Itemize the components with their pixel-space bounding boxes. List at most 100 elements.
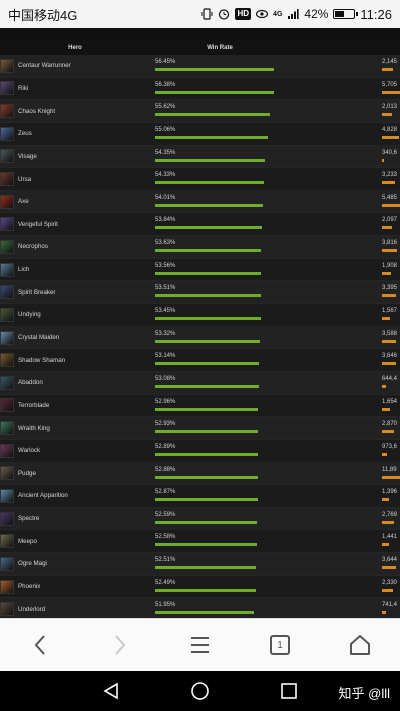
table-row[interactable]: Spectre 52.59% 2,769 <box>0 507 400 531</box>
hero-portrait[interactable] <box>0 330 14 345</box>
hero-portrait[interactable] <box>0 556 14 571</box>
table-row[interactable]: Vengeful Spirit 53.84% 2,097 <box>0 213 400 237</box>
matches-bar <box>382 68 393 71</box>
hero-portrait[interactable] <box>0 443 14 458</box>
matches-value: 4,828 <box>382 126 398 133</box>
hero-portrait[interactable] <box>0 239 14 254</box>
table-row[interactable]: Crystal Maiden 53.32% 3,588 <box>0 326 400 350</box>
hero-name[interactable]: Ancient Apparition <box>18 492 68 499</box>
table-row[interactable]: Wraith King 52.93% 2,870 <box>0 417 400 440</box>
hero-portrait[interactable] <box>0 511 14 526</box>
forward-button[interactable] <box>100 625 140 665</box>
table-row[interactable]: Chaos Knight 55.62% 2,013 <box>0 100 400 123</box>
hero-name[interactable]: Riki <box>18 85 28 92</box>
hero-name[interactable]: Wraith King <box>18 425 50 432</box>
home-button[interactable] <box>340 625 380 665</box>
hero-name[interactable]: Lich <box>18 266 29 273</box>
hero-portrait[interactable] <box>0 104 14 119</box>
matches-cell: 2,330 <box>380 576 400 598</box>
win-rate-bar <box>155 68 275 71</box>
table-row[interactable]: Phoenix 52.49% 2,330 <box>0 575 400 599</box>
table-row[interactable]: Necrophos 53.63% 3,816 <box>0 236 400 259</box>
hero-portrait[interactable] <box>0 285 14 300</box>
table-row[interactable]: Meepo 52.58% 1,441 <box>0 530 400 554</box>
hero-name[interactable]: Underlord <box>18 606 45 613</box>
hero-name[interactable]: Meepo <box>18 538 37 545</box>
tabs-button[interactable]: 1 <box>260 625 300 665</box>
hero-name[interactable]: Abaddon <box>18 379 43 386</box>
matches-cell: 5,485 <box>380 191 400 213</box>
hero-portrait[interactable] <box>0 149 14 164</box>
hero-name[interactable]: Chaos Knight <box>18 108 55 115</box>
header-hero[interactable]: Hero <box>0 45 150 51</box>
table-row[interactable]: Warlock 52.89% 973,6 <box>0 439 400 463</box>
hero-portrait[interactable] <box>0 488 14 503</box>
hero-portrait[interactable] <box>0 262 14 277</box>
hero-name[interactable]: Undying <box>18 311 41 318</box>
hero-portrait[interactable] <box>0 58 14 73</box>
nav-back-button[interactable] <box>99 679 123 703</box>
hero-portrait[interactable] <box>0 398 14 413</box>
hero-name[interactable]: Spectre <box>18 515 39 522</box>
hero-portrait[interactable] <box>0 466 14 481</box>
hero-name[interactable]: Ursa <box>18 176 31 183</box>
menu-button[interactable] <box>180 625 220 665</box>
back-button[interactable] <box>20 625 60 665</box>
hero-portrait[interactable] <box>0 126 14 141</box>
nav-recents-button[interactable] <box>277 679 301 703</box>
hero-name[interactable]: Crystal Maiden <box>18 334 59 341</box>
table-row[interactable]: Zeus 55.06% 4,828 <box>0 122 400 146</box>
table-row[interactable]: Pudge 52.88% 11,89 <box>0 462 400 486</box>
hero-name[interactable]: Visage <box>18 153 37 160</box>
table-row[interactable]: Ancient Apparition 52.87% 1,396 <box>0 485 400 508</box>
table-row[interactable]: Terrorblade 52.96% 1,654 <box>0 394 400 418</box>
hero-name[interactable]: Centaur Warrunner <box>18 62 71 69</box>
signal-icon: 4G <box>273 11 282 18</box>
win-rate-cell: 51.95% <box>153 598 380 618</box>
table-row[interactable]: Lich 53.56% 1,908 <box>0 258 400 282</box>
matches-value: 1,396 <box>382 489 398 496</box>
table-row[interactable]: Visage 54.35% 340,6 <box>0 145 400 169</box>
hero-name[interactable]: Terrorblade <box>18 402 49 409</box>
hero-name[interactable]: Phoenix <box>18 583 40 590</box>
hero-name[interactable]: Vengeful Spirit <box>18 221 58 228</box>
table-row[interactable]: Shadow Shaman 53.14% 3,646 <box>0 349 400 372</box>
table-row[interactable]: Spirit Breaker 53.51% 3,395 <box>0 281 400 305</box>
table-row[interactable]: Undying 53.45% 1,567 <box>0 304 400 327</box>
table-row[interactable]: Underlord 51.95% 741,4 <box>0 598 400 618</box>
hero-name[interactable]: Shadow Shaman <box>18 357 65 364</box>
hd-badge: HD <box>235 8 252 20</box>
table-row[interactable]: Abaddon 53.08% 644,4 <box>0 371 400 395</box>
hero-portrait[interactable] <box>0 534 14 549</box>
hero-portrait[interactable] <box>0 172 14 187</box>
hero-name[interactable]: Ogre Magi <box>18 560 47 567</box>
hero-name[interactable]: Zeus <box>18 130 32 137</box>
table-row[interactable]: Ursa 54.33% 3,233 <box>0 168 400 191</box>
hero-portrait[interactable] <box>0 353 14 368</box>
hero-portrait[interactable] <box>0 579 14 594</box>
hero-portrait[interactable] <box>0 81 14 96</box>
matches-value: 1,908 <box>382 262 398 269</box>
header-win-rate[interactable]: Win Rate <box>150 45 400 51</box>
table-row[interactable]: Axe 54.01% 5,485 <box>0 190 400 214</box>
table-row[interactable]: Centaur Warrunner 56.45% 2,145 <box>0 55 400 78</box>
hero-name[interactable]: Spirit Breaker <box>18 289 55 296</box>
hero-name[interactable]: Pudge <box>18 470 36 477</box>
hero-portrait[interactable] <box>0 194 14 209</box>
matches-bar <box>382 181 395 185</box>
hero-portrait[interactable] <box>0 421 14 436</box>
web-content[interactable]: Hero Win Rate Centaur Warrunner 56.45% 2,1… <box>0 28 400 618</box>
hero-name[interactable]: Warlock <box>18 447 40 454</box>
nav-home-button[interactable] <box>188 679 212 703</box>
circle-home-icon <box>191 682 209 700</box>
table-row[interactable]: Ogre Magi 52.51% 3,644 <box>0 553 400 576</box>
hero-name[interactable]: Axe <box>18 198 29 205</box>
table-row[interactable]: Riki 56.38% 5,705 <box>0 77 400 101</box>
matches-bar <box>382 203 400 207</box>
hero-portrait[interactable] <box>0 375 14 390</box>
hero-portrait[interactable] <box>0 602 14 617</box>
matches-bar <box>382 384 386 388</box>
hero-portrait[interactable] <box>0 217 14 232</box>
hero-name[interactable]: Necrophos <box>18 243 48 250</box>
hero-portrait[interactable] <box>0 307 14 322</box>
